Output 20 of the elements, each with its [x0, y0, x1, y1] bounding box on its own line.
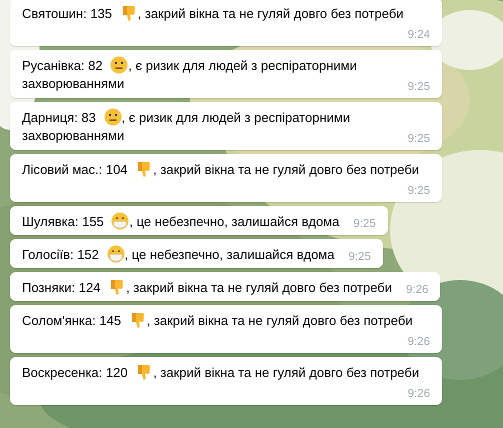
message-text: Дарниця: 83 , є ризик для людей з респіраторними захворюваннями — [22, 110, 350, 143]
message-time: 9:26 — [406, 283, 428, 297]
message-text: Воскресенка: 120 , закрий вікна та не гуляй довго без потреби — [22, 365, 420, 380]
message-text: Солом'янка: 145 , закрий вікна та не гуляй довго без потреби — [22, 313, 413, 328]
message-text: Голосіїв: 152 , це небезпечно, залишайся вдома — [22, 247, 334, 262]
message-time: 9:26 — [408, 387, 430, 401]
neutral-face-icon — [110, 56, 128, 74]
message-time: 9:25 — [348, 250, 371, 264]
message-time: 9:25 — [408, 132, 430, 146]
message-time: 9:25 — [353, 217, 376, 231]
neutral-face-icon — [104, 108, 122, 126]
message-text: Святошин: 135 , закрий вікна та не гуляй довго без потреби — [22, 6, 404, 21]
message-time: 9:24 — [408, 28, 430, 42]
message-time: 9:25 — [408, 80, 430, 94]
message-text: Русанівка: 82 , є ризик для людей з респіраторними захворюваннями — [22, 58, 357, 91]
message-text: Лісовий мас.: 104 , закрий вікна та не гуляй довго без потреби — [22, 162, 420, 177]
message-text: Позняки: 124 , закрий вікна та не гуляй довго без потреби — [22, 280, 392, 295]
message-time: 9:26 — [408, 335, 430, 349]
message-time: 9:25 — [408, 184, 430, 198]
message-text: Шулявка: 155 , це небезпечно, залишайся вдома — [22, 214, 340, 229]
